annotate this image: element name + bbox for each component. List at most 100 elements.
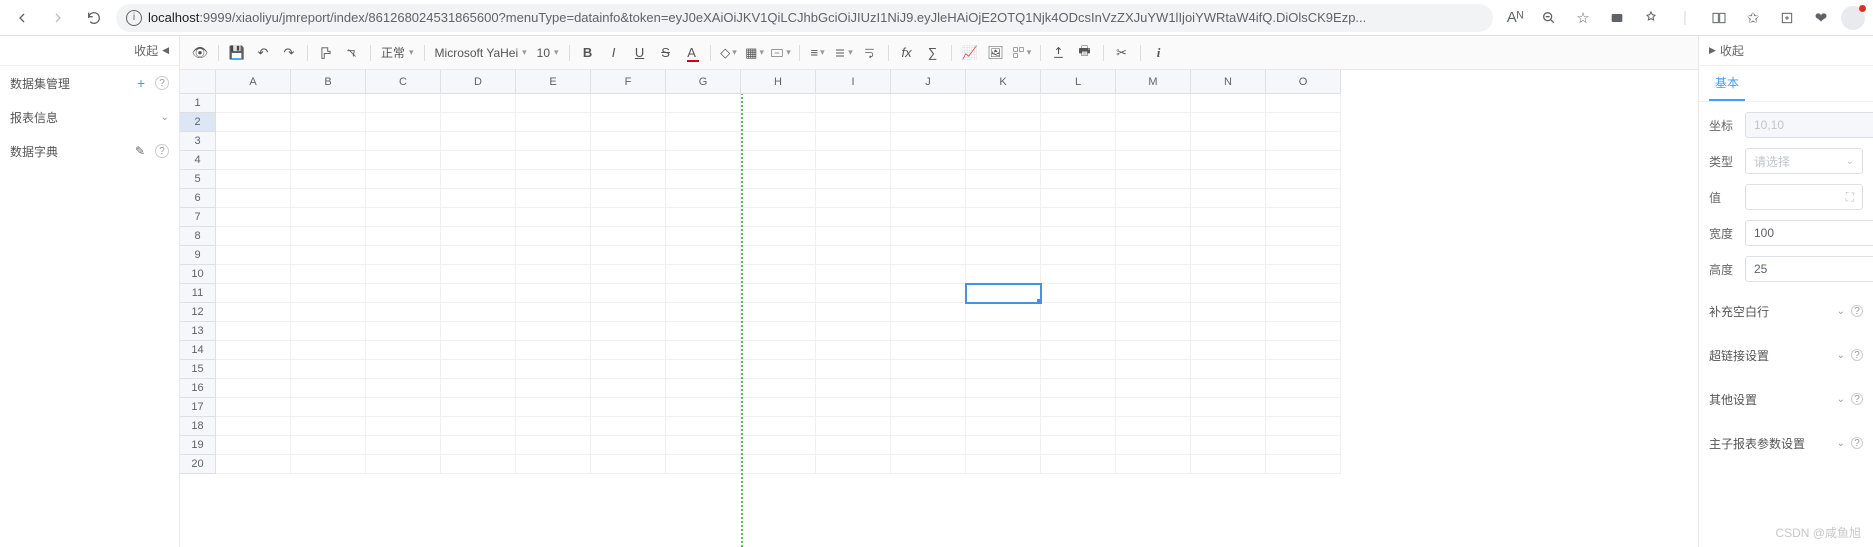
cell-E15[interactable] [516,360,591,379]
cell-N16[interactable] [1191,379,1266,398]
cell-C4[interactable] [366,151,441,170]
cell-G14[interactable] [666,341,741,360]
row-header-14[interactable]: 14 [180,341,216,360]
cell-J20[interactable] [891,455,966,474]
cell-J1[interactable] [891,94,966,113]
cell-E5[interactable] [516,170,591,189]
row-header-6[interactable]: 6 [180,189,216,208]
col-header-B[interactable]: B [291,70,366,94]
underline-button[interactable]: U [628,41,652,65]
cell-C14[interactable] [366,341,441,360]
cell-O9[interactable] [1266,246,1341,265]
cell-C20[interactable] [366,455,441,474]
cell-M2[interactable] [1116,113,1191,132]
cell-J13[interactable] [891,322,966,341]
cell-J4[interactable] [891,151,966,170]
cell-H3[interactable] [741,132,816,151]
cell-B10[interactable] [291,265,366,284]
cell-D9[interactable] [441,246,516,265]
cell-F13[interactable] [591,322,666,341]
cell-H17[interactable] [741,398,816,417]
cell-B3[interactable] [291,132,366,151]
cell-M13[interactable] [1116,322,1191,341]
cell-L15[interactable] [1041,360,1116,379]
cell-I9[interactable] [816,246,891,265]
row-header-4[interactable]: 4 [180,151,216,170]
cell-L2[interactable] [1041,113,1116,132]
cell-M10[interactable] [1116,265,1191,284]
tab-basic[interactable]: 基本 [1709,66,1745,101]
cell-O16[interactable] [1266,379,1341,398]
cell-G7[interactable] [666,208,741,227]
cell-K7[interactable] [966,208,1041,227]
cell-I5[interactable] [816,170,891,189]
cell-I17[interactable] [816,398,891,417]
row-header-8[interactable]: 8 [180,227,216,246]
cell-I7[interactable] [816,208,891,227]
cell-L11[interactable] [1041,284,1116,303]
cell-B7[interactable] [291,208,366,227]
cell-D8[interactable] [441,227,516,246]
cell-A4[interactable] [216,151,291,170]
cell-O10[interactable] [1266,265,1341,284]
cell-J8[interactable] [891,227,966,246]
clear-format-button[interactable] [340,41,364,65]
cell-K1[interactable] [966,94,1041,113]
row-header-17[interactable]: 17 [180,398,216,417]
cell-C9[interactable] [366,246,441,265]
cell-F10[interactable] [591,265,666,284]
cell-L7[interactable] [1041,208,1116,227]
cell-M16[interactable] [1116,379,1191,398]
row-header-10[interactable]: 10 [180,265,216,284]
cell-G2[interactable] [666,113,741,132]
collections-icon[interactable] [1773,4,1801,32]
cell-N17[interactable] [1191,398,1266,417]
cell-N19[interactable] [1191,436,1266,455]
cell-B6[interactable] [291,189,366,208]
cell-M5[interactable] [1116,170,1191,189]
cell-A3[interactable] [216,132,291,151]
cell-M19[interactable] [1116,436,1191,455]
cell-J19[interactable] [891,436,966,455]
cell-O1[interactable] [1266,94,1341,113]
cell-E6[interactable] [516,189,591,208]
row-header-9[interactable]: 9 [180,246,216,265]
performance-icon[interactable]: ❤ [1807,4,1835,32]
cell-F19[interactable] [591,436,666,455]
cell-B15[interactable] [291,360,366,379]
cell-M7[interactable] [1116,208,1191,227]
dataset-help-icon[interactable]: ? [155,76,169,90]
cell-H19[interactable] [741,436,816,455]
upload-button[interactable] [1047,41,1071,65]
cell-A18[interactable] [216,417,291,436]
info-button[interactable]: i [1147,41,1171,65]
cell-I4[interactable] [816,151,891,170]
cell-I13[interactable] [816,322,891,341]
cell-K4[interactable] [966,151,1041,170]
cell-A20[interactable] [216,455,291,474]
cell-F4[interactable] [591,151,666,170]
fill-color-button[interactable]: ◇ [717,41,741,65]
cell-O17[interactable] [1266,398,1341,417]
cell-A10[interactable] [216,265,291,284]
cell-G5[interactable] [666,170,741,189]
cell-C17[interactable] [366,398,441,417]
cell-L9[interactable] [1041,246,1116,265]
cell-K12[interactable] [966,303,1041,322]
add-dataset-button[interactable]: + [137,75,145,91]
cell-G13[interactable] [666,322,741,341]
cell-E4[interactable] [516,151,591,170]
image-button[interactable]: 🖼 [984,41,1008,65]
cell-F16[interactable] [591,379,666,398]
cell-F20[interactable] [591,455,666,474]
cell-K16[interactable] [966,379,1041,398]
cell-F2[interactable] [591,113,666,132]
cell-B14[interactable] [291,341,366,360]
cell-B8[interactable] [291,227,366,246]
cell-H8[interactable] [741,227,816,246]
cell-N20[interactable] [1191,455,1266,474]
cell-M20[interactable] [1116,455,1191,474]
cell-D16[interactable] [441,379,516,398]
wrap-button[interactable] [858,41,882,65]
cell-A1[interactable] [216,94,291,113]
